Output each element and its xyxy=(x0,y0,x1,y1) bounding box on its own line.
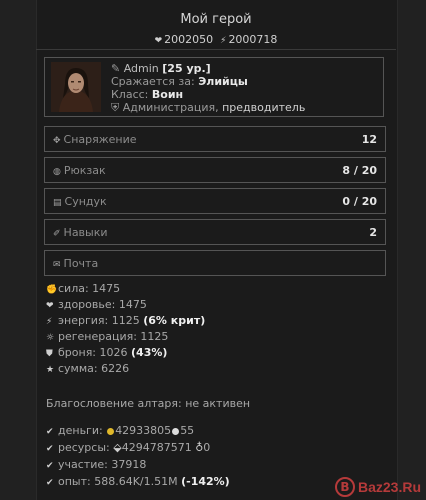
total-text: сумма: 6226 xyxy=(58,362,130,375)
class-value: Воин xyxy=(151,88,184,101)
stat-armor: ⛊ броня: 1026 (43%) xyxy=(46,346,167,359)
fist-icon: ✊ xyxy=(46,285,58,295)
player-level: [25 ур.] xyxy=(162,62,211,75)
resources-row: ✔ ресурсы: ⬙4294787571 ♁0 xyxy=(46,441,210,454)
chest-label: Сундук xyxy=(64,195,107,208)
lightning-icon: ⚡ xyxy=(220,36,227,46)
resources-amount: 4294787571 xyxy=(121,441,192,454)
skills-count: 2 xyxy=(369,226,377,239)
shield-icon: ⛨ xyxy=(111,101,120,114)
watermark-logo-icon: B xyxy=(335,477,355,497)
resources-amount-2: 0 xyxy=(203,441,211,454)
strength-text: сила: 1475 xyxy=(58,282,121,295)
equipment-count: 12 xyxy=(361,133,377,146)
mail-button[interactable]: ✉ Почта xyxy=(44,250,386,276)
role-value: предводитель xyxy=(222,101,306,114)
faction-label: Сражается за: xyxy=(111,75,195,88)
chest-count: 0 / 20 xyxy=(342,195,377,208)
altar-blessing: Благословение алтаря: не активен xyxy=(46,397,251,410)
profile-class-line: Класс: Воин xyxy=(111,88,183,101)
profile-faction-line: Сражается за: Элийцы xyxy=(111,75,248,88)
stat-energy: ⚡ энергия: 1125 (6% крит) xyxy=(46,314,205,327)
participation-text: участие: 37918 xyxy=(58,458,147,471)
chest-icon: ▤ xyxy=(53,198,62,208)
lightning-icon: ⚡ xyxy=(46,317,53,327)
armor-pct: (43%) xyxy=(131,346,168,359)
heart-icon: ❤ xyxy=(154,36,163,46)
check-icon: ✔ xyxy=(46,478,54,488)
avatar[interactable] xyxy=(51,62,101,112)
gold-coin-icon xyxy=(107,427,115,435)
profile-card[interactable]: ✎ Admin [25 ур.] Сражается за: Элийцы Кл… xyxy=(44,57,384,117)
watermark-text: Baz23.Ru xyxy=(358,479,422,495)
check-icon: ✔ xyxy=(46,444,54,454)
participation-row: ✔ участие: 37918 xyxy=(46,458,146,471)
skills-label: Навыки xyxy=(63,226,108,239)
shield-icon: ⛊ xyxy=(46,349,53,359)
chest-button[interactable]: ▤ Сундук 0 / 20 xyxy=(44,188,386,214)
class-label: Класс: xyxy=(111,88,149,101)
sun-icon: ☼ xyxy=(46,333,55,343)
profile-role-line: ⛨ Администрация, предводитель xyxy=(111,101,305,115)
gold-amount: 42933805 xyxy=(115,424,172,437)
armor-text: броня: 1026 xyxy=(58,346,128,359)
skills-button[interactable]: ✐ Навыки 2 xyxy=(44,219,386,245)
equipment-label: Снаряжение xyxy=(63,133,137,146)
heart-icon: ❤ xyxy=(46,301,54,311)
experience-row: ✔ опыт: 588.64K/1.51M (-142%) xyxy=(46,475,230,488)
money-row: ✔ деньги: 42933805 55 xyxy=(46,424,194,437)
stat-total: ★ сумма: 6226 xyxy=(46,362,129,375)
mail-icon: ✉ xyxy=(53,260,61,270)
header-stats: ❤ 2002050 ⚡ 2000718 xyxy=(36,33,396,46)
header-stat-2: 2000718 xyxy=(228,33,278,46)
profile-name-line: ✎ Admin [25 ур.] xyxy=(111,62,211,75)
silver-coin-icon xyxy=(172,427,180,435)
check-icon: ✔ xyxy=(46,461,54,471)
regen-text: регенерация: 1125 xyxy=(58,330,169,343)
silver-amount: 55 xyxy=(180,424,195,437)
stat-strength: ✊сила: 1475 xyxy=(46,282,120,295)
star-icon: ★ xyxy=(46,365,55,375)
backpack-icon: ◍ xyxy=(53,167,61,177)
health-text: здоровье: 1475 xyxy=(58,298,147,311)
stat-health: ❤ здоровье: 1475 xyxy=(46,298,147,311)
skills-icon: ✐ xyxy=(53,229,61,239)
resources-label: ресурсы: xyxy=(58,441,110,454)
stat-regen: ☼ регенерация: 1125 xyxy=(46,330,168,343)
player-name[interactable]: Admin xyxy=(124,62,159,75)
header-stat-1: 2002050 xyxy=(164,33,214,46)
money-label: деньги: xyxy=(58,424,103,437)
page-title: Мой герой xyxy=(180,12,252,27)
backpack-count: 8 / 20 xyxy=(342,164,377,177)
mail-label: Почта xyxy=(63,257,99,270)
gear-icon: ✥ xyxy=(53,136,61,146)
faction-value: Элийцы xyxy=(198,75,248,88)
watermark: B Baz23.Ru xyxy=(335,475,425,500)
experience-pct: (-142%) xyxy=(181,475,230,488)
role-label: Администрация, xyxy=(122,101,219,114)
energy-text: энергия: 1125 xyxy=(58,314,140,327)
backpack-button[interactable]: ◍ Рюкзак 8 / 20 xyxy=(44,157,386,183)
backpack-label: Рюкзак xyxy=(63,164,106,177)
pen-icon: ✎ xyxy=(111,62,121,75)
ore-icon: ⬙ xyxy=(113,441,122,454)
experience-text: опыт: 588.64K/1.51M xyxy=(58,475,178,488)
equipment-button[interactable]: ✥ Снаряжение 12 xyxy=(44,126,386,152)
check-icon: ✔ xyxy=(46,427,54,437)
energy-crit: (6% крит) xyxy=(143,314,206,327)
header-divider xyxy=(36,49,396,50)
